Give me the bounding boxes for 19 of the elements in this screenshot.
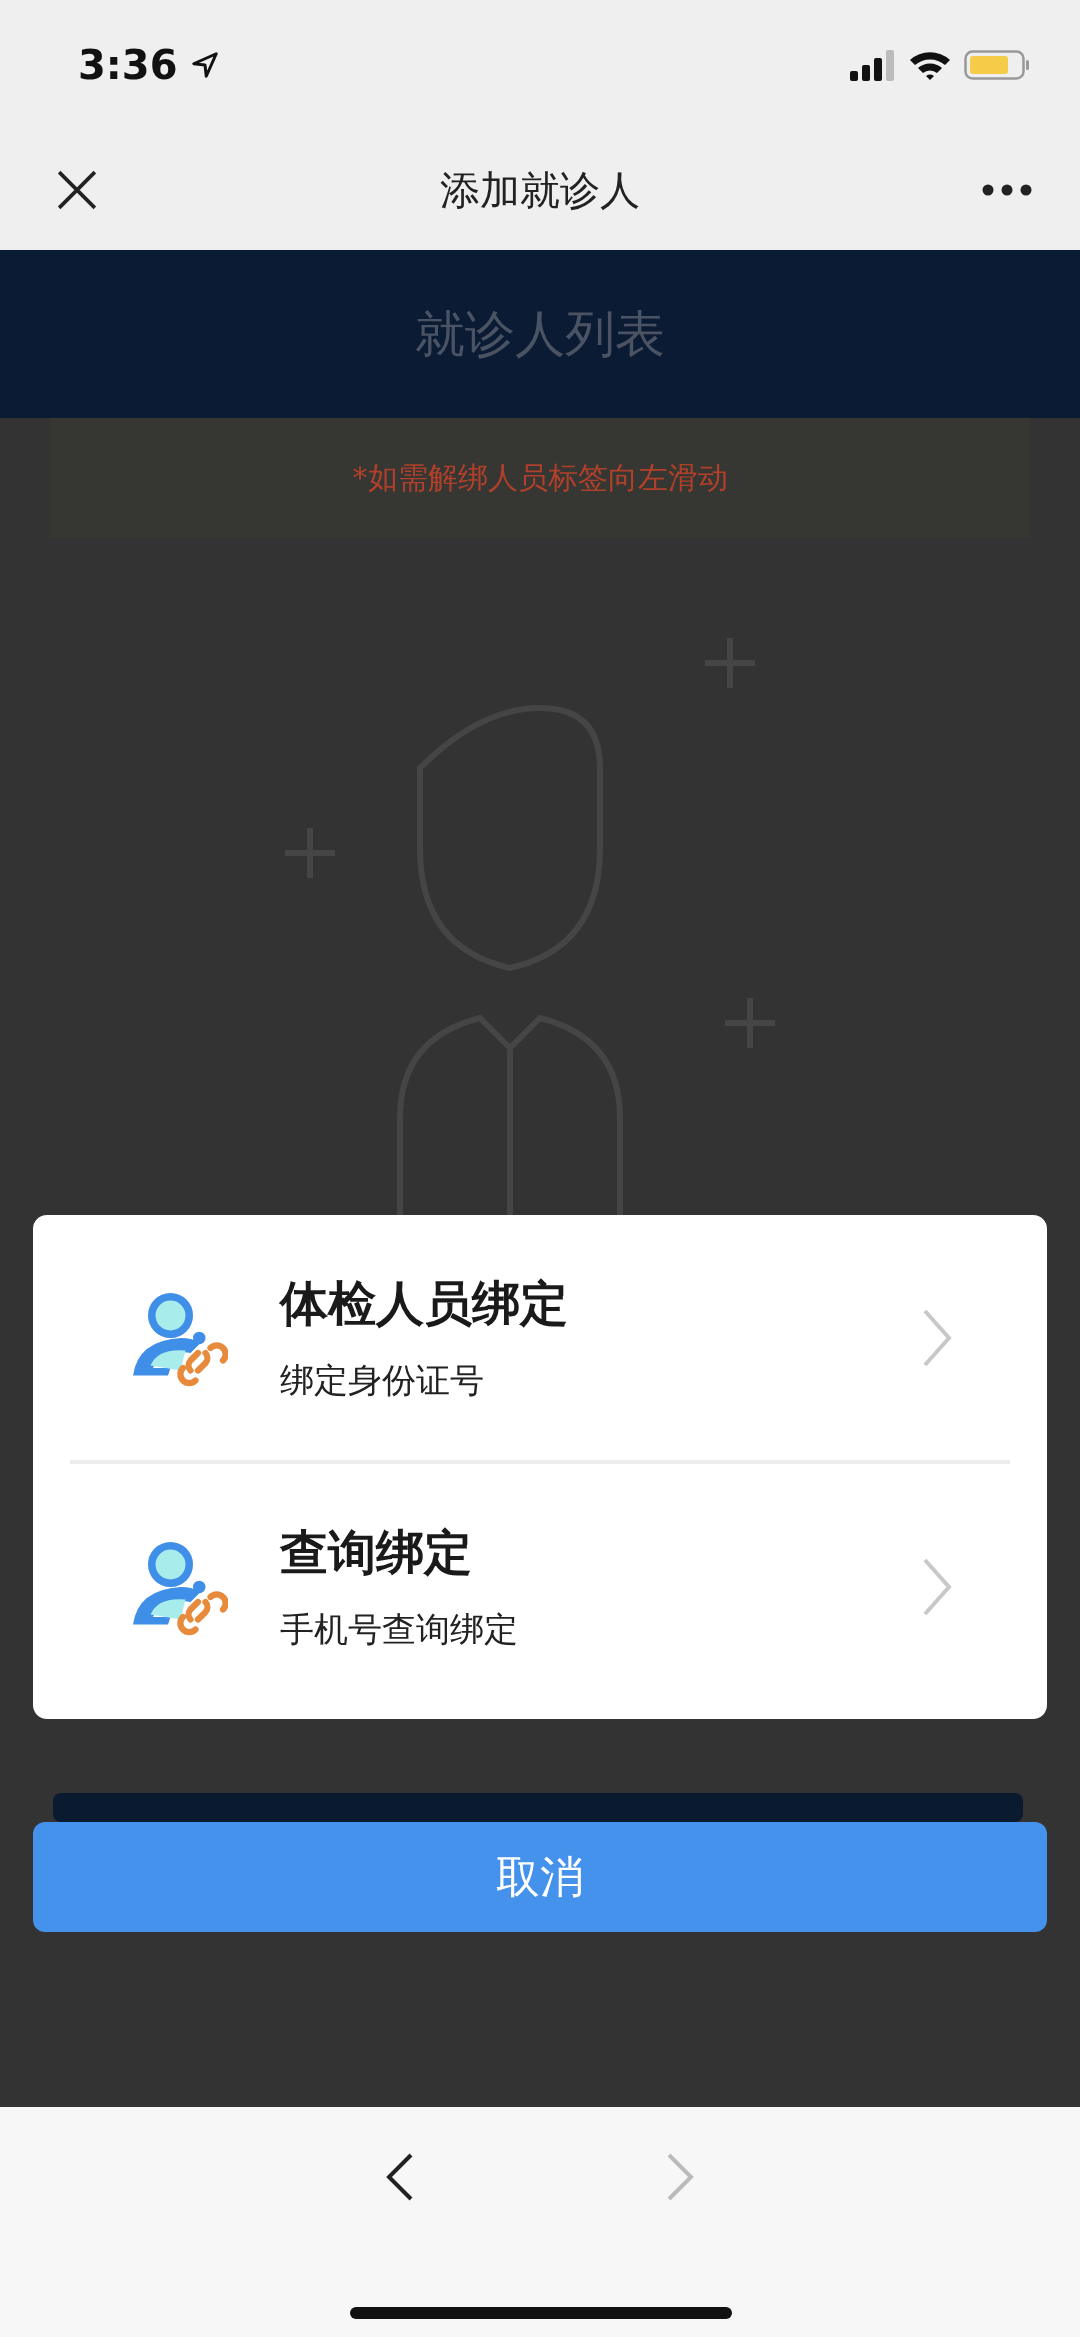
wifi-icon [908,49,952,81]
option-subtitle: 手机号查询绑定 [280,1607,519,1651]
close-icon[interactable] [56,169,98,211]
signal-icon [850,49,896,81]
option-title: 查询绑定 [280,1522,473,1582]
option-title: 体检人员绑定 [280,1273,569,1333]
notice-text: *如需解绑人员标签向左滑动 [352,458,728,497]
option-row[interactable]: 体检人员绑定 绑定身份证号 [33,1215,1047,1460]
option-subtitle: 绑定身份证号 [280,1358,485,1402]
location-arrow-icon [189,50,220,80]
chevron-right-icon [922,1556,952,1617]
battery-icon [964,49,1030,81]
option-row[interactable]: 查询绑定 手机号查询绑定 [33,1464,1047,1709]
clock-time: 3:36 [78,42,178,88]
page-title: 添加就诊人 [440,165,640,215]
banner-title: 就诊人列表 [415,303,665,365]
chevron-right-icon [922,1307,952,1368]
more-icon[interactable] [982,184,1032,196]
back-icon[interactable] [385,2152,415,2202]
